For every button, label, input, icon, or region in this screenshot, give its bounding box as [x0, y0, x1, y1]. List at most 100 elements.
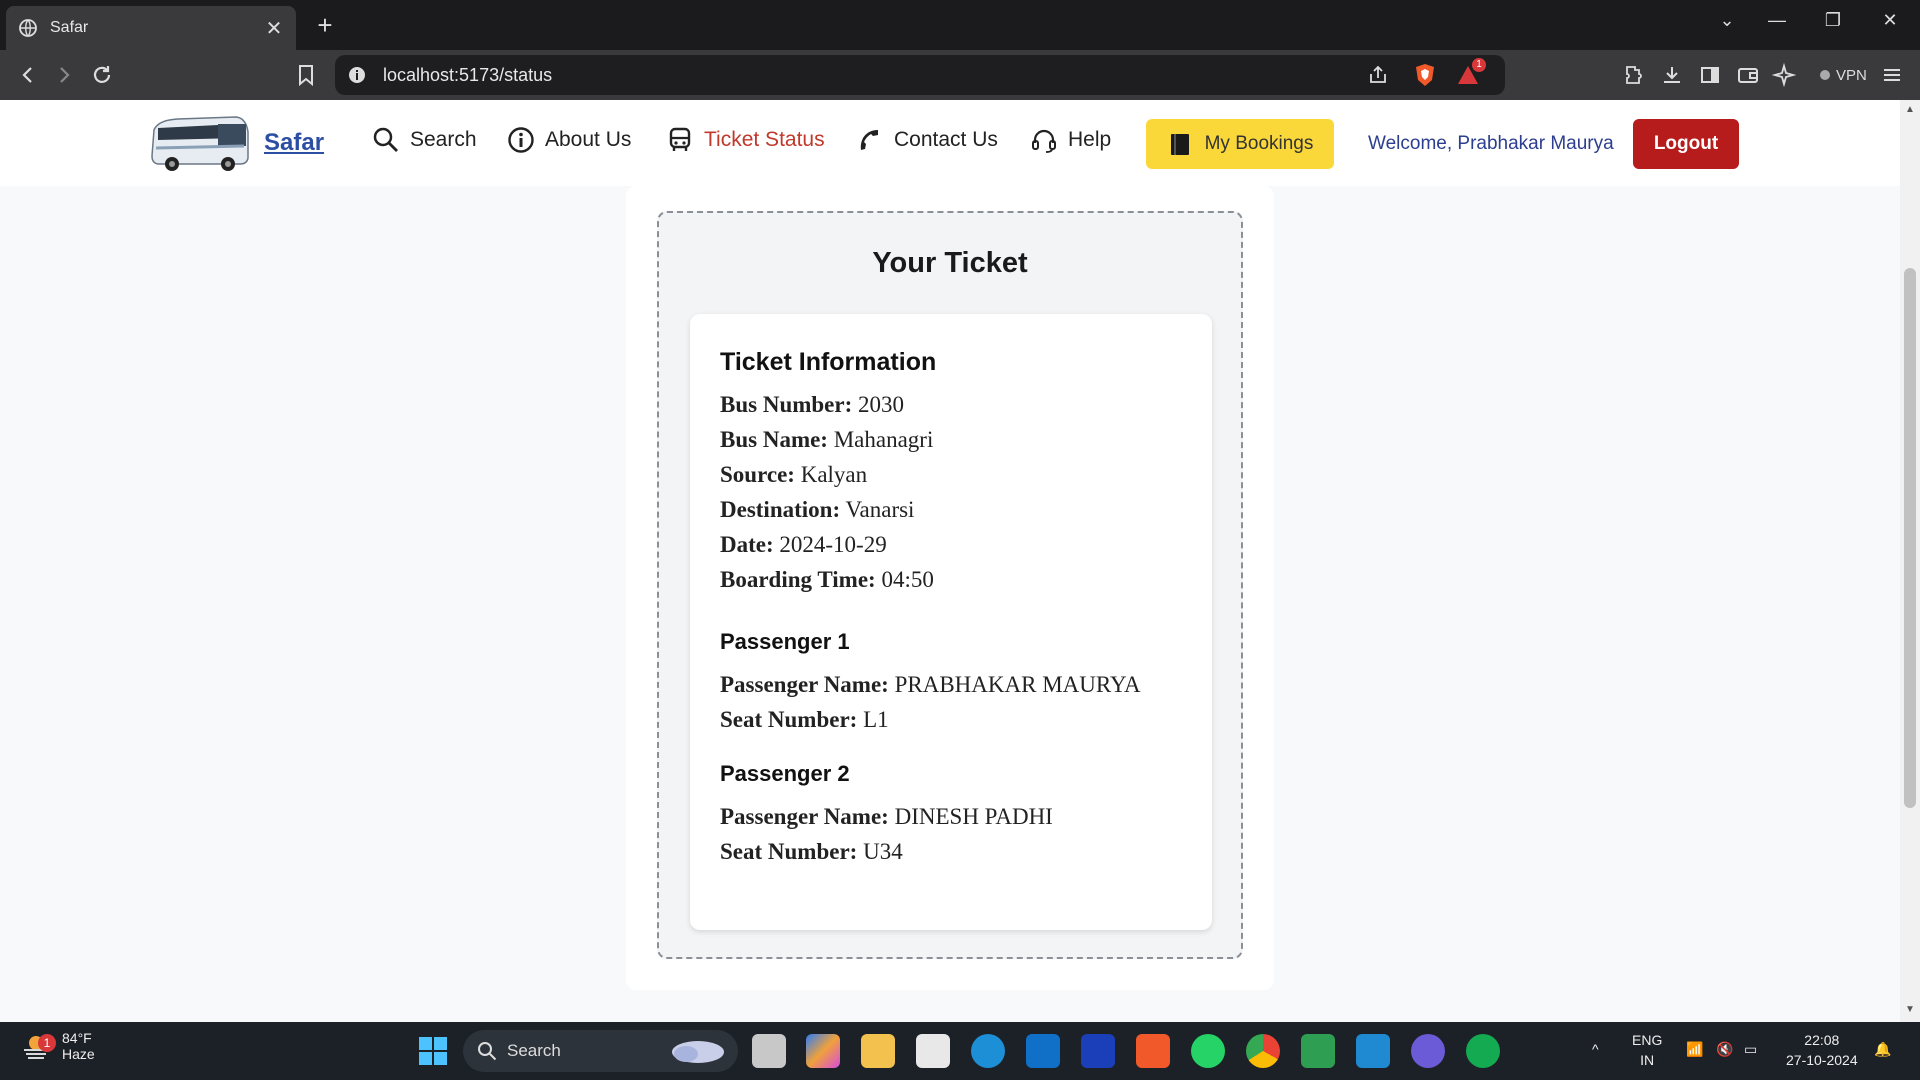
field-label: Seat Number:: [720, 839, 858, 864]
ticket-details-card: Ticket Information Bus Number: 2030 Bus …: [690, 314, 1212, 930]
rewards-badge: 1: [1472, 58, 1486, 72]
passenger-1-heading: Passenger 1: [720, 629, 850, 654]
field-label: Seat Number:: [720, 707, 858, 732]
outlook-icon[interactable]: [1026, 1034, 1060, 1068]
globe-icon: [19, 19, 37, 37]
search-icon: [373, 127, 398, 152]
browser-tab[interactable]: Safar ✕: [6, 6, 296, 50]
minimize-icon[interactable]: —: [1762, 10, 1792, 31]
nav-contact-us-label: Contact Us: [894, 128, 998, 151]
weather-temp: 84°F: [62, 1030, 92, 1046]
brave-browser-icon[interactable]: [1136, 1034, 1170, 1068]
leo-ai-icon[interactable]: [1772, 63, 1796, 87]
nav-search[interactable]: Search: [372, 126, 477, 154]
battery-icon[interactable]: ▭: [1744, 1039, 1757, 1059]
brand-logo-link[interactable]: Safar: [148, 112, 324, 174]
weather-badge: 1: [38, 1034, 56, 1052]
field-boarding-time: Boarding Time: 04:50: [720, 562, 1182, 597]
classroom-icon[interactable]: [1301, 1034, 1335, 1068]
book-icon: [1170, 134, 1189, 155]
bus-logo-icon: [151, 116, 249, 171]
copilot-icon[interactable]: [806, 1034, 840, 1068]
vpn-label: VPN: [1836, 66, 1867, 84]
brand-name: Safar: [264, 129, 325, 156]
file-explorer-icon[interactable]: [861, 1034, 895, 1068]
new-tab-icon[interactable]: +: [312, 10, 338, 41]
close-tab-icon[interactable]: ✕: [264, 16, 284, 41]
field-value: 04:50: [881, 567, 934, 592]
scroll-up-icon[interactable]: ▲: [1904, 104, 1916, 116]
sidebar-icon[interactable]: [1698, 63, 1722, 87]
passenger-1-seat: Seat Number: L1: [720, 702, 1182, 737]
restore-icon[interactable]: ❐: [1818, 10, 1848, 31]
scroll-thumb[interactable]: [1904, 268, 1916, 808]
whatsapp-icon[interactable]: [1191, 1034, 1225, 1068]
clock-date: 27-10-2024: [1786, 1052, 1858, 1068]
field-value: Kalyan: [800, 462, 868, 487]
clock[interactable]: 22:08 27-10-2024: [1786, 1030, 1858, 1070]
field-label: Bus Number:: [720, 392, 853, 417]
site-info-icon[interactable]: [347, 65, 367, 85]
windows-start-icon[interactable]: [418, 1036, 448, 1066]
bookmark-icon[interactable]: [294, 63, 318, 87]
nav-ticket-status[interactable]: Ticket Status: [666, 126, 825, 154]
chrome-icon[interactable]: [1246, 1034, 1280, 1068]
scroll-down-icon[interactable]: ▼: [1904, 1004, 1916, 1016]
task-view-icon[interactable]: [752, 1034, 786, 1068]
download-icon[interactable]: [1660, 63, 1684, 87]
field-value: 2024-10-29: [779, 532, 887, 557]
field-destination: Destination: Vanarsi: [720, 492, 1182, 527]
url-text: localhost:5173/status: [383, 65, 553, 85]
browser-tab-bar: Safar ✕ + ⌄ — ❐ ✕: [0, 0, 1920, 50]
nav-contact-us[interactable]: Contact Us: [856, 126, 998, 154]
volume-muted-icon[interactable]: 🔇: [1716, 1039, 1733, 1059]
search-icon: [478, 1042, 497, 1061]
field-date: Date: 2024-10-29: [720, 527, 1182, 562]
language-indicator[interactable]: ENG IN: [1632, 1030, 1662, 1070]
forward-icon[interactable]: [52, 63, 76, 87]
tab-title: Safar: [50, 19, 89, 36]
vscode-icon[interactable]: [1356, 1034, 1390, 1068]
lang-bottom: IN: [1640, 1052, 1655, 1068]
media-player-icon[interactable]: [1411, 1034, 1445, 1068]
field-value: Mahanagri: [833, 427, 934, 452]
my-bookings-button[interactable]: My Bookings: [1146, 119, 1334, 169]
bus-icon: [669, 127, 691, 151]
wifi-icon[interactable]: 📶: [1686, 1039, 1703, 1059]
nav-about-us[interactable]: About Us: [507, 126, 631, 154]
mongodb-compass-icon[interactable]: [1466, 1034, 1500, 1068]
weather-widget[interactable]: 1 84°F Haze: [20, 1030, 95, 1062]
passenger-2-heading: Passenger 2: [720, 761, 850, 786]
brave-shield-icon[interactable]: [1413, 62, 1437, 88]
nav-help[interactable]: Help: [1030, 126, 1111, 154]
field-label: Date:: [720, 532, 774, 557]
taskbar-search[interactable]: Search: [463, 1030, 738, 1072]
back-icon[interactable]: [16, 63, 40, 87]
extensions-icon[interactable]: [1622, 63, 1646, 87]
tray-chevron-icon[interactable]: ^: [1592, 1039, 1599, 1059]
vpn-button[interactable]: VPN: [1812, 62, 1875, 88]
site-navbar: Safar Search About Us Ticket Status Cont…: [0, 100, 1900, 186]
logout-button[interactable]: Logout: [1633, 119, 1739, 169]
l-app-icon[interactable]: [1081, 1034, 1115, 1068]
tab-list-icon[interactable]: ⌄: [1712, 10, 1742, 31]
search-highlight-icon: [672, 1041, 724, 1063]
phone-icon: [860, 130, 878, 150]
info-icon: [508, 127, 534, 153]
field-bus-number: Bus Number: 2030: [720, 387, 1182, 422]
share-icon[interactable]: [1367, 64, 1389, 86]
nav-help-label: Help: [1068, 128, 1112, 151]
ms-store-icon[interactable]: [916, 1034, 950, 1068]
menu-icon[interactable]: [1880, 63, 1904, 87]
close-window-icon[interactable]: ✕: [1875, 10, 1905, 31]
page-scrollbar[interactable]: ▲ ▼: [1900, 100, 1920, 1022]
edge-icon[interactable]: [971, 1034, 1005, 1068]
field-label: Passenger Name:: [720, 804, 889, 829]
wallet-icon[interactable]: [1736, 63, 1760, 87]
field-label: Source:: [720, 462, 795, 487]
reload-icon[interactable]: [90, 63, 114, 87]
notification-bell-icon[interactable]: 🔔: [1874, 1039, 1891, 1059]
address-bar[interactable]: localhost:5173/status 1: [335, 55, 1505, 95]
field-label: Passenger Name:: [720, 672, 889, 697]
field-label: Bus Name:: [720, 427, 828, 452]
